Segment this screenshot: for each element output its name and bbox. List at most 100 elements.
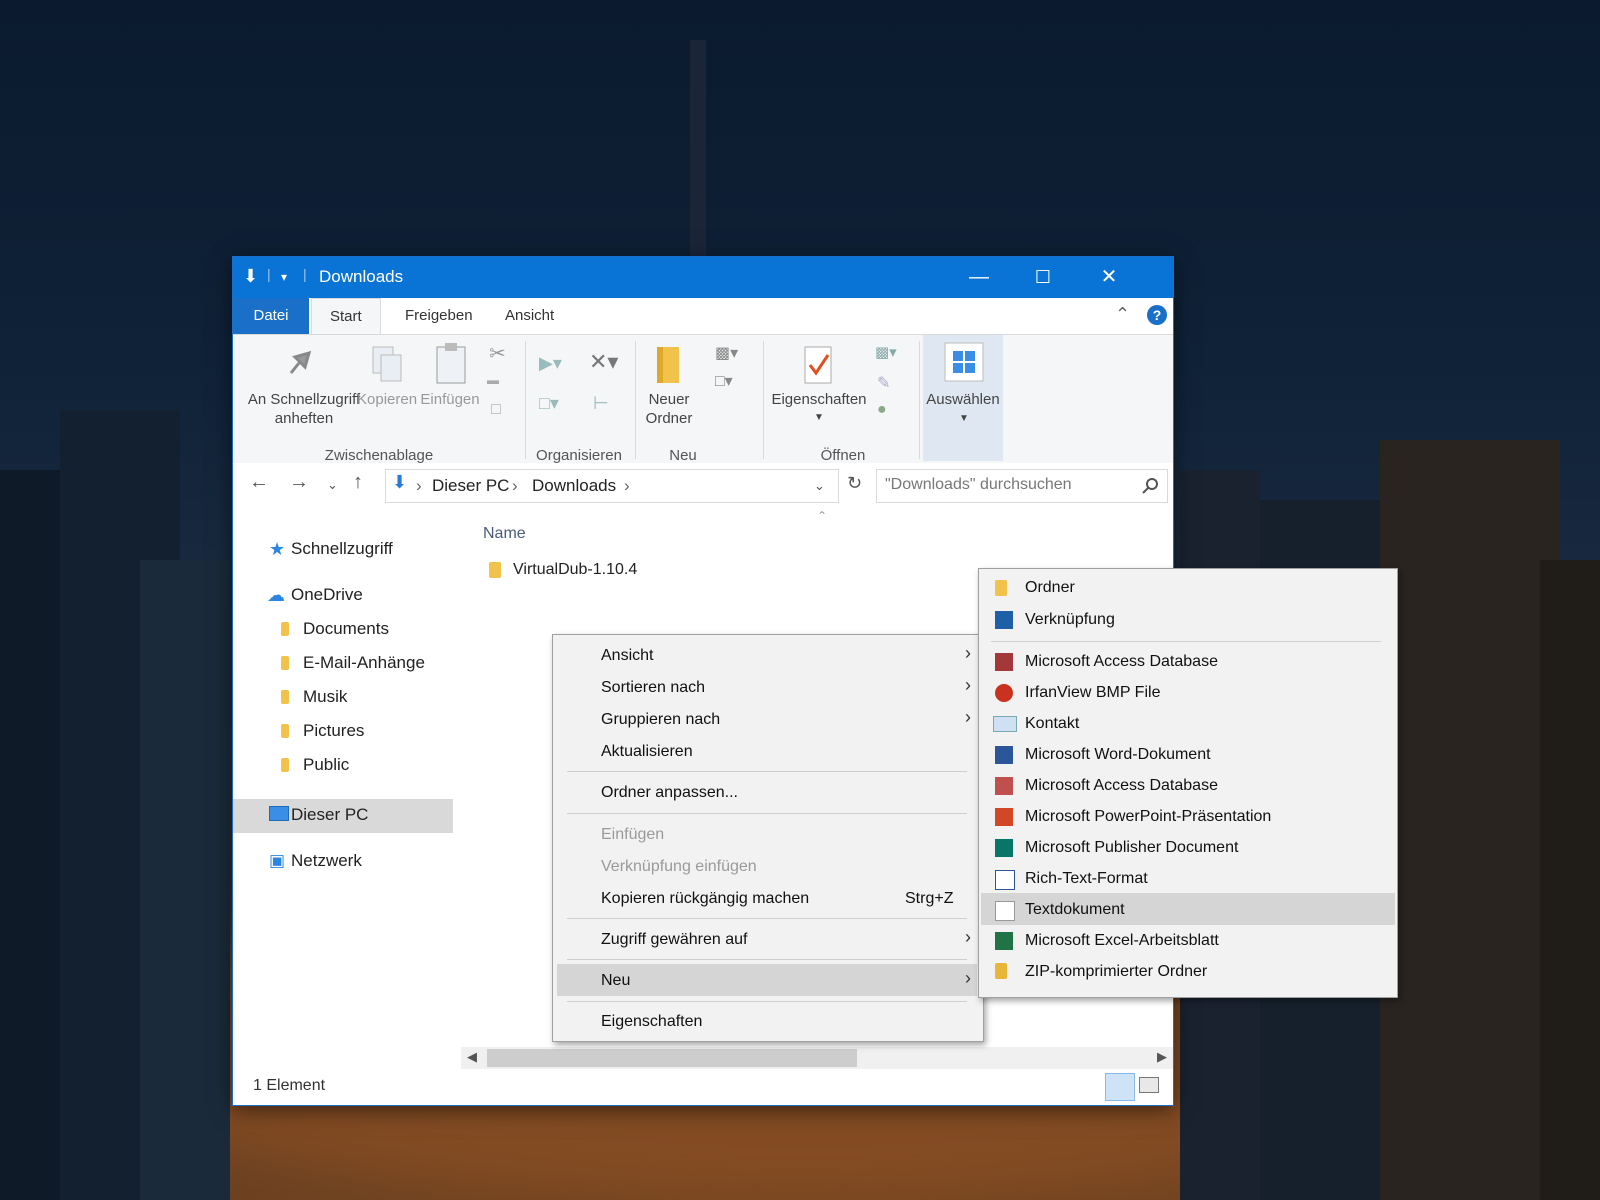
- pin-quick-access-button[interactable]: An Schnellzugriff anheften: [239, 391, 369, 427]
- excel-icon: [995, 932, 1013, 950]
- sidebar-item-label: Documents: [303, 619, 389, 638]
- sidebar-item-label: Schnellzugriff: [291, 539, 393, 558]
- minimize-button[interactable]: —: [947, 257, 1011, 298]
- submenu-item-powerpoint[interactable]: Microsoft PowerPoint-Präsentation: [1025, 802, 1271, 832]
- menu-separator: [567, 771, 967, 772]
- select-button[interactable]: Auswählen ▼: [923, 335, 1003, 461]
- submenu-arrow-icon: ›: [965, 927, 971, 947]
- address-field[interactable]: ⬇ › Dieser PC › Downloads › ⌄: [385, 469, 839, 503]
- menu-separator: [567, 959, 967, 960]
- breadcrumb-dieser-pc[interactable]: Dieser PC: [432, 476, 509, 496]
- properties-label: Eigenschaften: [771, 391, 867, 408]
- submenu-item-access-db-2[interactable]: Microsoft Access Database: [1025, 771, 1218, 801]
- submenu-item-rtf[interactable]: Rich-Text-Format: [1025, 864, 1148, 894]
- folder-icon: [281, 758, 289, 772]
- menu-item-ansicht[interactable]: Ansicht: [601, 641, 653, 671]
- properties-button[interactable]: Eigenschaften ▼: [769, 391, 869, 423]
- submenu-item-textdokument[interactable]: Textdokument: [1025, 895, 1125, 925]
- large-icons-view-icon[interactable]: [1139, 1077, 1159, 1093]
- scroll-left-icon[interactable]: ◀: [467, 1049, 477, 1065]
- group-open-label: Öffnen: [820, 447, 866, 464]
- submenu-item-access-db[interactable]: Microsoft Access Database: [1025, 647, 1218, 677]
- copy-button[interactable]: Kopieren: [357, 391, 417, 408]
- search-input[interactable]: "Downloads" durchsuchen: [876, 469, 1168, 503]
- ribbon-separator: [919, 341, 920, 459]
- menu-item-zugriff-gewaehren[interactable]: Zugriff gewähren auf: [601, 925, 747, 955]
- address-dropdown-icon[interactable]: ⌄: [814, 478, 825, 494]
- copy-icon: [372, 346, 402, 382]
- breadcrumb-downloads[interactable]: Downloads: [532, 476, 616, 496]
- menu-item-gruppieren-nach[interactable]: Gruppieren nach: [601, 705, 720, 735]
- tab-datei[interactable]: Datei: [233, 298, 309, 334]
- menu-item-neu[interactable]: Neu: [601, 966, 630, 996]
- menu-item-einfuegen[interactable]: Einfügen: [601, 820, 664, 850]
- forward-arrow-icon[interactable]: →: [289, 471, 309, 494]
- computer-icon: [269, 806, 289, 821]
- submenu-item-zip[interactable]: ZIP-komprimierter Ordner: [1025, 957, 1207, 987]
- status-bar: 1 Element: [233, 1069, 1173, 1103]
- new-folder-icon: [657, 347, 679, 383]
- downloads-location-icon: ⬇: [392, 472, 408, 492]
- word-icon: [995, 746, 1013, 764]
- tab-freigeben[interactable]: Freigeben: [387, 298, 491, 334]
- scrollbar-thumb[interactable]: [487, 1049, 857, 1067]
- history-icon[interactable]: ●: [877, 401, 887, 419]
- move-to-icon[interactable]: ▶▾: [539, 353, 562, 374]
- search-icon: [1142, 478, 1158, 494]
- details-view-icon[interactable]: [1105, 1073, 1135, 1101]
- sidebar-item-label: E-Mail-Anhänge: [303, 653, 425, 672]
- submenu-item-kontakt[interactable]: Kontakt: [1025, 709, 1079, 739]
- new-folder-label-line2: Ordner: [645, 410, 693, 427]
- submenu-item-excel[interactable]: Microsoft Excel-Arbeitsblatt: [1025, 926, 1219, 956]
- up-arrow-icon[interactable]: ↑: [353, 471, 363, 494]
- submenu-item-publisher[interactable]: Microsoft Publisher Document: [1025, 833, 1238, 863]
- downloads-arrow-icon: ⬇: [243, 266, 259, 286]
- tab-ansicht[interactable]: Ansicht: [487, 298, 572, 334]
- menu-item-kopieren-rueckgaengig[interactable]: Kopieren rückgängig machen: [601, 884, 809, 914]
- menu-item-ordner-anpassen[interactable]: Ordner anpassen...: [601, 778, 738, 808]
- breadcrumb-separator-icon: ›: [416, 476, 422, 495]
- menu-item-verknuepfung-einfuegen[interactable]: Verknüpfung einfügen: [601, 852, 757, 882]
- submenu-arrow-icon: ›: [965, 968, 971, 988]
- window-title: Downloads: [319, 267, 404, 286]
- ribbon-separator: [763, 341, 764, 459]
- collapse-ribbon-icon[interactable]: ⌃: [1115, 304, 1130, 325]
- submenu-new: Ordner Verknüpfung Microsoft Access Data…: [978, 568, 1398, 998]
- submenu-item-word[interactable]: Microsoft Word-Dokument: [1025, 740, 1211, 770]
- properties-dropdown-icon: ▼: [814, 412, 824, 423]
- select-dropdown-icon: ▼: [959, 413, 969, 424]
- recent-locations-icon[interactable]: ⌄: [327, 477, 338, 493]
- menu-item-sortieren-nach[interactable]: Sortieren nach: [601, 673, 705, 703]
- delete-icon[interactable]: ✕▾: [589, 349, 618, 375]
- column-header-name[interactable]: Name: [483, 525, 526, 543]
- tab-start[interactable]: Start: [311, 298, 381, 335]
- powerpoint-icon: [995, 808, 1013, 826]
- sidebar-item-label: Dieser PC: [291, 805, 369, 824]
- copy-to-icon[interactable]: □▾: [539, 393, 559, 414]
- submenu-item-irfanview-bmp[interactable]: IrfanView BMP File: [1025, 678, 1160, 708]
- horizontal-scrollbar[interactable]: ◀ ▶: [461, 1047, 1173, 1069]
- maximize-button[interactable]: ☐: [1011, 257, 1075, 298]
- easy-access-icon[interactable]: □▾: [715, 371, 733, 391]
- quick-access-dropdown-icon[interactable]: ▾: [281, 270, 287, 284]
- scroll-right-icon[interactable]: ▶: [1157, 1049, 1167, 1065]
- menu-item-eigenschaften[interactable]: Eigenschaften: [601, 1007, 702, 1037]
- edit-icon[interactable]: ✎: [877, 373, 890, 393]
- cut-icon[interactable]: ✂: [489, 341, 506, 366]
- menu-item-aktualisieren[interactable]: Aktualisieren: [601, 737, 693, 767]
- help-icon[interactable]: ?: [1147, 305, 1167, 325]
- open-icon[interactable]: ▩▾: [875, 343, 897, 361]
- network-icon: ▣: [269, 851, 286, 870]
- back-arrow-icon[interactable]: ←: [249, 471, 269, 494]
- submenu-item-verknuepfung[interactable]: Verknüpfung: [1025, 605, 1115, 635]
- copy-path-icon[interactable]: ▬: [487, 373, 499, 387]
- submenu-item-ordner[interactable]: Ordner: [1025, 573, 1075, 603]
- close-button[interactable]: ✕: [1077, 257, 1141, 298]
- title-bar: ⬇ | ▾ | Downloads — ☐ ✕: [233, 257, 1173, 298]
- paste-shortcut-icon[interactable]: □: [491, 401, 501, 419]
- refresh-icon[interactable]: ↻: [847, 473, 862, 494]
- rename-icon[interactable]: ⊢: [593, 393, 609, 414]
- new-folder-button[interactable]: Neuer Ordner: [635, 391, 703, 427]
- paste-button[interactable]: Einfügen: [419, 391, 481, 408]
- new-item-icon[interactable]: ▩▾: [715, 343, 738, 363]
